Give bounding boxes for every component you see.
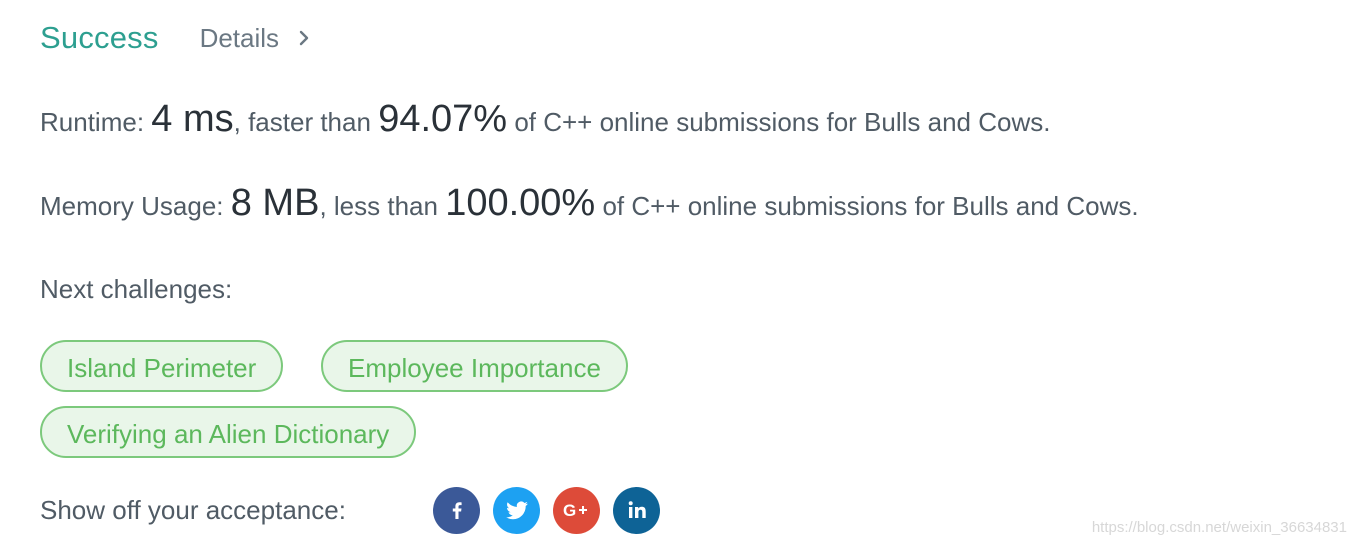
chevron-right-icon [299,30,309,46]
runtime-label: Runtime: [40,107,145,137]
share-section: Show off your acceptance: G [40,486,660,534]
share-icons: G [433,486,660,534]
memory-percent: 100.00% [445,182,596,224]
runtime-suffix: of C++ online submissions for Bulls and … [514,107,1051,137]
result-header: Success Details [40,18,313,58]
memory-value: 8 MB [230,182,320,224]
challenge-employee-importance[interactable]: Employee Importance [321,340,628,392]
google-plus-glyph: G [563,501,587,520]
submission-result-page: Success Details Runtime: 4 ms, faster th… [0,0,1354,546]
share-label: Show off your acceptance: [40,494,346,525]
linkedin-icon[interactable] [613,486,660,534]
runtime-comparison: , faster than [233,107,371,137]
memory-summary: Memory Usage: 8 MB, less than 100.00% of… [40,182,1139,225]
challenge-verifying-alien-dictionary[interactable]: Verifying an Alien Dictionary [40,406,417,458]
linkedin-glyph [628,501,646,518]
memory-label: Memory Usage: [40,191,224,221]
memory-suffix: of C++ online submissions for Bulls and … [602,191,1139,221]
status-text: Success [40,20,159,55]
svg-text:G: G [563,501,576,520]
facebook-glyph [452,502,462,519]
challenge-island-perimeter[interactable]: Island Perimeter [40,340,284,392]
details-label: Details [199,22,280,53]
google-plus-icon[interactable]: G [553,486,600,534]
facebook-icon[interactable] [433,486,480,534]
watermark-text: https://blog.csdn.net/weixin_36634831 [1091,519,1347,536]
runtime-summary: Runtime: 4 ms, faster than 94.07% of C++… [40,98,1050,141]
twitter-icon[interactable] [493,486,540,534]
twitter-glyph [505,501,528,520]
runtime-value: 4 ms [151,98,234,140]
next-challenges-label: Next challenges: [40,274,233,304]
details-link[interactable]: Details [200,23,313,54]
memory-comparison: , less than [319,191,438,221]
runtime-percent: 94.07% [378,98,508,140]
